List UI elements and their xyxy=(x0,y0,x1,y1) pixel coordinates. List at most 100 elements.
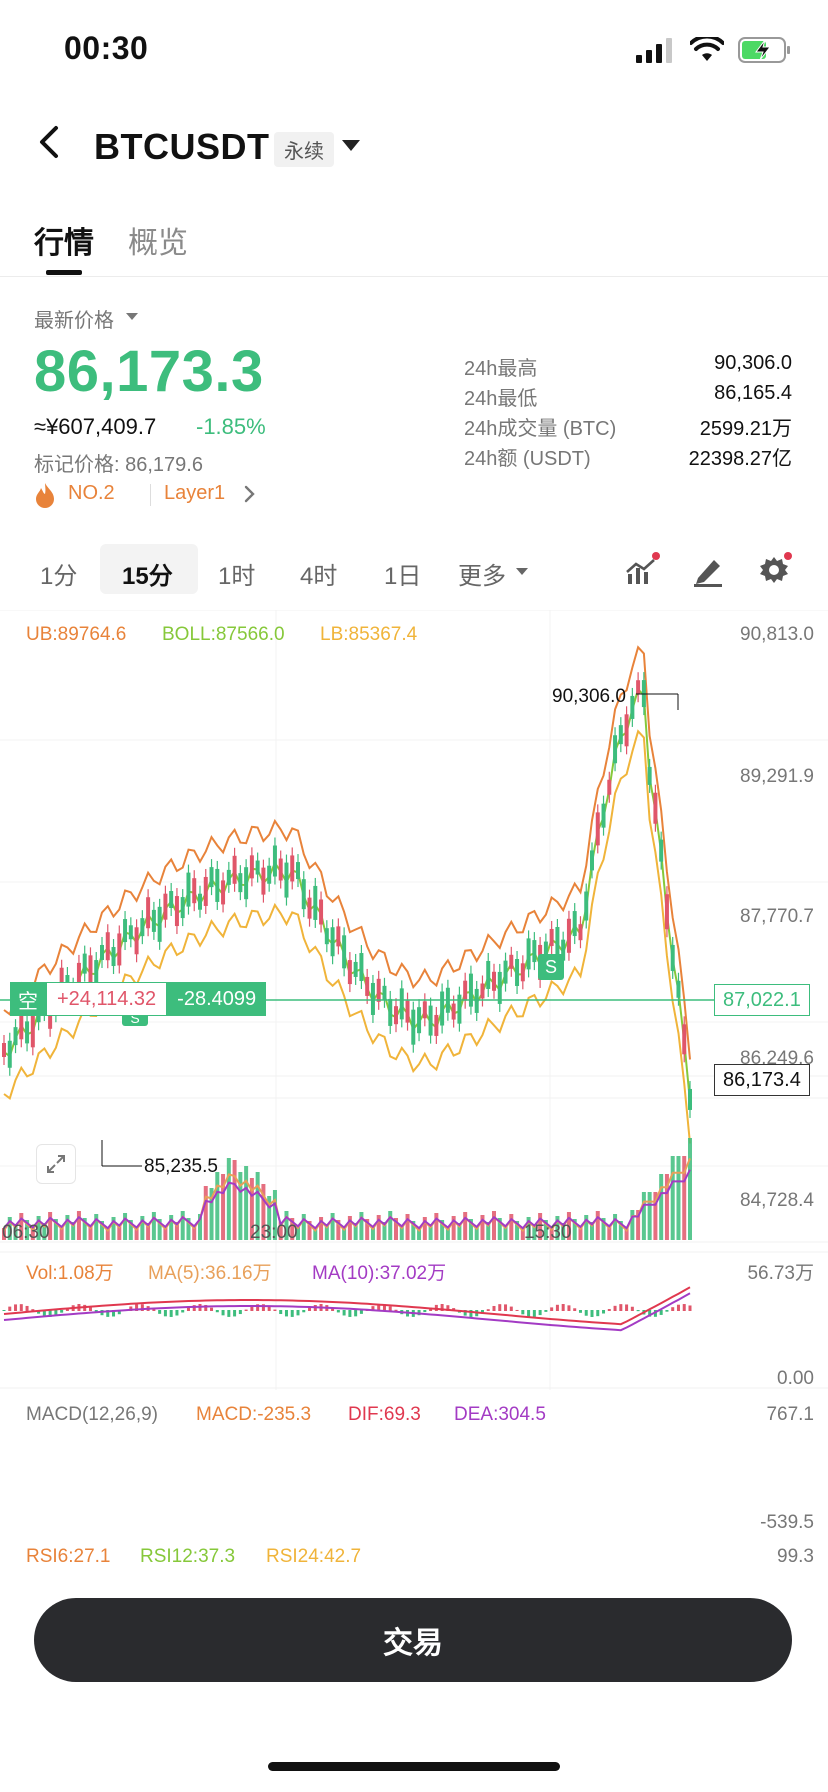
rank-badge[interactable]: NO.2 xyxy=(68,482,115,505)
trade-button[interactable]: 交易 xyxy=(34,1598,792,1682)
macd-hist-bar xyxy=(498,1304,502,1311)
chevron-right-icon[interactable] xyxy=(240,484,260,504)
volume-bar xyxy=(492,1211,496,1240)
candle-body xyxy=(630,695,635,719)
position-line-label[interactable]: 空 +24,114.32 -28.4099 xyxy=(10,982,267,1016)
chart-settings-gear-icon[interactable] xyxy=(756,552,792,588)
candle-body xyxy=(636,680,641,695)
macd-hist-bar xyxy=(388,1306,392,1311)
symbol-title[interactable]: BTCUSDT xyxy=(94,126,269,168)
volume-bar xyxy=(388,1211,393,1240)
interval-more[interactable]: 更多 xyxy=(458,556,506,591)
vol-ma5-label: MA(5):36.16万 xyxy=(148,1263,272,1284)
candle-body xyxy=(376,978,381,1002)
boll-lb-label: LB:85367.4 xyxy=(320,624,418,645)
contract-type-badge: 永续 xyxy=(274,132,334,167)
stat-high: 24h最高 90,306.0 xyxy=(464,352,792,381)
candle-body xyxy=(169,891,174,909)
macd-hist-bar xyxy=(578,1310,582,1313)
candle-body xyxy=(290,855,295,882)
kline-chart[interactable] xyxy=(0,610,828,1590)
back-arrow-icon[interactable] xyxy=(30,122,70,162)
macd-hist-bar xyxy=(60,1310,64,1313)
latest-price-label[interactable]: 最新价格 xyxy=(34,304,114,333)
macd-hist-bar xyxy=(630,1306,634,1311)
caret-down-icon[interactable] xyxy=(126,313,138,320)
volume-bar xyxy=(659,1174,664,1240)
candle-body xyxy=(509,954,514,969)
candle-body xyxy=(319,899,324,925)
cny-price: ≈¥607,409.7 xyxy=(34,414,157,439)
indicator-icon[interactable] xyxy=(624,552,660,588)
candle-body xyxy=(284,862,289,898)
interval-4h[interactable]: 4时 xyxy=(300,556,337,591)
macd-hist-bar xyxy=(348,1310,352,1317)
candle-body xyxy=(123,919,128,943)
tab-market[interactable]: 行情 xyxy=(34,218,94,262)
candles xyxy=(0,672,714,1167)
interval-1m[interactable]: 1分 xyxy=(40,556,77,591)
candle-body xyxy=(468,973,473,1007)
macd-hist-bar xyxy=(238,1310,242,1315)
candle-body xyxy=(267,865,272,884)
macd-hist-bar xyxy=(296,1310,300,1316)
volume-bar xyxy=(359,1212,364,1240)
price-change: -1.85% xyxy=(196,414,266,439)
stat-volume: 24h成交量 (BTC) 2599.21万 xyxy=(464,412,792,441)
interval-1d[interactable]: 1日 xyxy=(384,556,421,591)
candle-body xyxy=(457,994,462,1024)
candle-body xyxy=(480,983,485,999)
candle-body xyxy=(451,1003,456,1020)
macd-hist-bar xyxy=(676,1304,680,1311)
interval-15m[interactable]: 15分 xyxy=(122,556,173,591)
rsi24-label: RSI24:42.7 xyxy=(266,1546,362,1567)
tab-overview[interactable]: 概览 xyxy=(128,218,188,262)
macd-hist-bar xyxy=(423,1310,427,1313)
sell-marker[interactable]: S xyxy=(538,954,564,980)
volume-bars xyxy=(2,1138,692,1240)
draw-tool-icon[interactable] xyxy=(690,552,726,588)
sector-tag[interactable]: Layer1 xyxy=(164,482,225,505)
candle-body xyxy=(82,953,87,974)
price-axis-tick: 87,770.7 xyxy=(740,906,814,927)
stat-value: 22398.27亿 xyxy=(688,448,792,470)
macd-hist-bar xyxy=(354,1310,358,1317)
candle-body xyxy=(440,991,445,1026)
mark-price: 标记价格: 86,179.6 xyxy=(34,454,203,476)
macd-hist-bar xyxy=(279,1310,283,1315)
candle-body xyxy=(25,1021,30,1044)
volume-bar xyxy=(180,1211,185,1240)
candle-body xyxy=(180,897,185,919)
divider xyxy=(0,276,828,277)
vol-ma10-line xyxy=(3,1169,691,1230)
rsi-axis-tick: 99.3 xyxy=(777,1546,814,1567)
caret-down-icon[interactable] xyxy=(516,568,528,575)
macd-hist-bar xyxy=(486,1309,490,1311)
macd-hist-bar xyxy=(163,1310,167,1317)
candle-body xyxy=(394,1006,398,1025)
symbol-dropdown-icon[interactable] xyxy=(342,140,360,151)
macd-hist-bar xyxy=(625,1304,629,1311)
vol-axis-tick: 56.73万 xyxy=(747,1263,814,1284)
fullscreen-button[interactable] xyxy=(36,1144,76,1184)
price-axis-tick: 84,728.4 xyxy=(740,1190,814,1211)
candle-body xyxy=(157,906,162,942)
candle-body xyxy=(111,947,116,967)
candle-body xyxy=(526,938,531,970)
candle-body xyxy=(584,891,589,921)
macd-hist-bar xyxy=(527,1310,531,1317)
macd-hist-bar xyxy=(561,1304,565,1311)
macd-hist-bar xyxy=(186,1307,190,1311)
candle-body xyxy=(347,960,352,985)
macd-hist-bar xyxy=(175,1310,179,1316)
macd-hist-bar xyxy=(158,1310,162,1314)
candle-body xyxy=(324,928,329,945)
interval-1h[interactable]: 1时 xyxy=(218,556,255,591)
time-axis-tick: 15:30 xyxy=(524,1222,572,1243)
macd-hist-bar xyxy=(25,1305,29,1311)
macd-hist-bar xyxy=(504,1304,508,1311)
macd-hist-bar xyxy=(492,1305,496,1311)
macd-hist-bar xyxy=(227,1310,231,1317)
macd-panel xyxy=(2,1286,692,1332)
vol-label: Vol:1.08万 xyxy=(26,1263,114,1284)
